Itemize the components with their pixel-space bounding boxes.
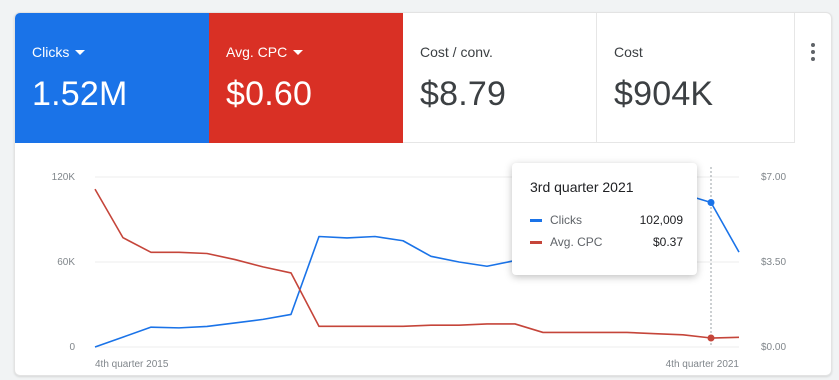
metric-value-clicks: 1.52M (32, 75, 128, 113)
more-vert-icon (811, 43, 815, 143)
avg-cpc-label-text: Avg. CPC (226, 44, 288, 60)
clicks-label-text: Clicks (32, 44, 70, 60)
metric-label-clicks[interactable]: Clicks (32, 43, 209, 61)
y-right-tick-label: $3.50 (761, 257, 786, 268)
tooltip-row-avg-cpc: Avg. CPC $0.37 (530, 231, 683, 253)
metric-label-cost: Cost (614, 44, 643, 60)
metric-tile-cost[interactable]: Cost $904K (597, 13, 795, 143)
metric-value-cost: $904K (614, 75, 714, 113)
metric-tile-cost-per-conv[interactable]: Cost / conv. $8.79 (403, 13, 597, 143)
dropdown-caret-icon[interactable] (75, 50, 86, 55)
tooltip-title: 3rd quarter 2021 (530, 179, 634, 195)
metric-value-cost-per-conv: $8.79 (420, 75, 507, 113)
tooltip-series-name: Clicks (550, 213, 582, 227)
metric-tile-avg-cpc[interactable]: Avg. CPC $0.60 (209, 13, 403, 143)
more-options-button[interactable] (795, 13, 831, 143)
data-point (707, 198, 715, 206)
y-right-tick-label: $7.00 (761, 172, 786, 183)
tooltip-series-value: $0.37 (652, 235, 683, 249)
tooltip-row-clicks: Clicks 102,009 (530, 209, 683, 231)
tooltip-series-name: Avg. CPC (550, 235, 603, 249)
data-point (707, 334, 715, 342)
y-left-tick-label: 60K (57, 257, 75, 268)
tooltip-series-value: 102,009 (639, 213, 683, 227)
avg-cpc-swatch (530, 240, 542, 244)
clicks-swatch (530, 218, 542, 222)
y-left-tick-label: 120K (52, 172, 76, 183)
performance-line-chart[interactable]: 0 $0.00 60K $3.50 120K $7.00 4th quarter 2015 4… (15, 143, 831, 375)
metric-label-cost-per-conv: Cost / conv. (420, 44, 493, 60)
y-right-tick-label: $0.00 (761, 342, 786, 353)
metric-tile-clicks[interactable]: Clicks 1.52M (15, 13, 209, 143)
x-tick-label: 4th quarter 2015 (95, 359, 169, 370)
x-tick-label: 4th quarter 2021 (666, 359, 740, 370)
metric-label-avg-cpc[interactable]: Avg. CPC (226, 43, 403, 61)
performance-card: Clicks 1.52M Avg. CPC $0.60 Cost / conv.… (14, 12, 832, 376)
metric-value-avg-cpc: $0.60 (226, 75, 313, 113)
y-left-tick-label: 0 (69, 342, 75, 353)
chart-tooltip: 3rd quarter 2021 Clicks 102,009 Avg. CPC… (512, 163, 697, 275)
metric-tiles: Clicks 1.52M Avg. CPC $0.60 Cost / conv.… (15, 13, 795, 143)
dropdown-caret-icon[interactable] (293, 50, 304, 55)
